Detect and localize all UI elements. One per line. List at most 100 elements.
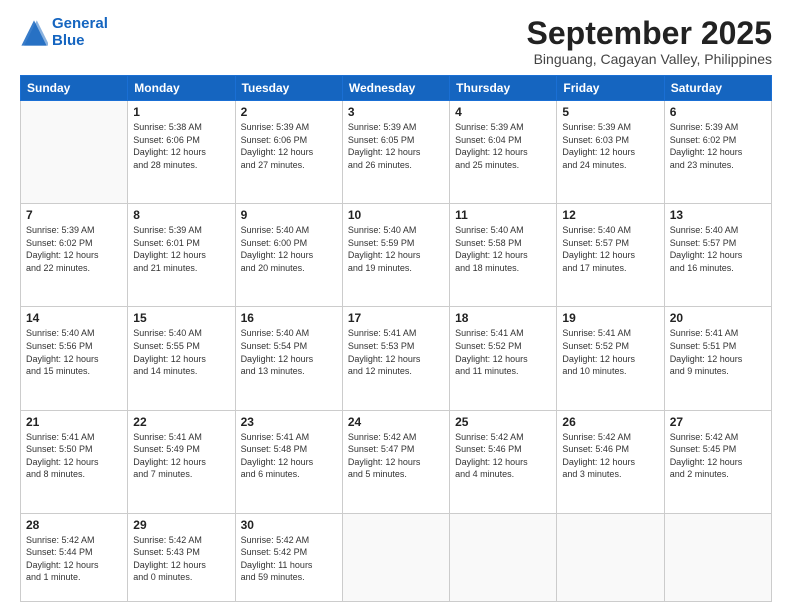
calendar-cell: 13Sunrise: 5:40 AM Sunset: 5:57 PM Dayli… — [664, 204, 771, 307]
logo-line2: Blue — [52, 32, 85, 49]
header-tuesday: Tuesday — [235, 76, 342, 101]
day-number: 6 — [670, 105, 766, 119]
header-wednesday: Wednesday — [342, 76, 449, 101]
calendar-cell — [342, 513, 449, 601]
calendar-cell: 7 Sunrise: 5:39 AM Sunset: 6:02 PM Daylig… — [21, 204, 128, 307]
calendar-cell: 17Sunrise: 5:41 AM Sunset: 5:53 PM Dayli… — [342, 307, 449, 410]
calendar: Sunday Monday Tuesday Wednesday Thursday… — [20, 75, 772, 602]
day-info: Sunrise: 5:39 AM Sunset: 6:04 PM Dayligh… — [455, 121, 551, 171]
calendar-cell: 4 Sunrise: 5:39 AM Sunset: 6:04 PM Daylig… — [450, 101, 557, 204]
day-number: 4 — [455, 105, 551, 119]
calendar-cell: 8 Sunrise: 5:39 AM Sunset: 6:01 PM Daylig… — [128, 204, 235, 307]
day-info: Sunrise: 5:42 AM Sunset: 5:44 PM Dayligh… — [26, 534, 122, 584]
calendar-cell: 29Sunrise: 5:42 AM Sunset: 5:43 PM Dayli… — [128, 513, 235, 601]
day-info: Sunrise: 5:40 AM Sunset: 5:59 PM Dayligh… — [348, 224, 444, 274]
day-number: 7 — [26, 208, 122, 222]
day-info: Sunrise: 5:40 AM Sunset: 5:55 PM Dayligh… — [133, 327, 229, 377]
day-info: Sunrise: 5:40 AM Sunset: 5:58 PM Dayligh… — [455, 224, 551, 274]
day-info: Sunrise: 5:40 AM Sunset: 5:57 PM Dayligh… — [562, 224, 658, 274]
day-info: Sunrise: 5:41 AM Sunset: 5:49 PM Dayligh… — [133, 431, 229, 481]
calendar-cell — [557, 513, 664, 601]
day-info: Sunrise: 5:39 AM Sunset: 6:02 PM Dayligh… — [26, 224, 122, 274]
logo-line1: General — [52, 15, 108, 32]
day-number: 28 — [26, 518, 122, 532]
day-number: 16 — [241, 311, 337, 325]
day-info: Sunrise: 5:39 AM Sunset: 6:02 PM Dayligh… — [670, 121, 766, 171]
day-number: 23 — [241, 415, 337, 429]
calendar-cell: 11 Sunrise: 5:40 AM Sunset: 5:58 PM Dayli… — [450, 204, 557, 307]
calendar-cell: 9 Sunrise: 5:40 AM Sunset: 6:00 PM Daylig… — [235, 204, 342, 307]
day-number: 18 — [455, 311, 551, 325]
calendar-cell: 10 Sunrise: 5:40 AM Sunset: 5:59 PM Dayli… — [342, 204, 449, 307]
logo-text: General Blue — [52, 16, 108, 49]
day-number: 11 — [455, 208, 551, 222]
day-number: 12 — [562, 208, 658, 222]
month-title: September 2025 — [527, 16, 772, 51]
day-number: 14 — [26, 311, 122, 325]
header-monday: Monday — [128, 76, 235, 101]
day-number: 10 — [348, 208, 444, 222]
calendar-cell: 26Sunrise: 5:42 AM Sunset: 5:46 PM Dayli… — [557, 410, 664, 513]
day-number: 29 — [133, 518, 229, 532]
calendar-cell — [450, 513, 557, 601]
logo: General Blue — [20, 16, 108, 49]
calendar-cell: 25 Sunrise: 5:42 AM Sunset: 5:46 PM Dayli… — [450, 410, 557, 513]
day-info: Sunrise: 5:39 AM Sunset: 6:06 PM Dayligh… — [241, 121, 337, 171]
day-info: Sunrise: 5:38 AM Sunset: 6:06 PM Dayligh… — [133, 121, 229, 171]
calendar-cell: 19 Sunrise: 5:41 AM Sunset: 5:52 PM Dayli… — [557, 307, 664, 410]
location: Binguang, Cagayan Valley, Philippines — [527, 51, 772, 67]
day-info: Sunrise: 5:42 AM Sunset: 5:47 PM Dayligh… — [348, 431, 444, 481]
day-info: Sunrise: 5:39 AM Sunset: 6:05 PM Dayligh… — [348, 121, 444, 171]
day-number: 27 — [670, 415, 766, 429]
calendar-cell: 12 Sunrise: 5:40 AM Sunset: 5:57 PM Dayli… — [557, 204, 664, 307]
day-number: 9 — [241, 208, 337, 222]
calendar-cell: 16 Sunrise: 5:40 AM Sunset: 5:54 PM Dayli… — [235, 307, 342, 410]
day-info: Sunrise: 5:41 AM Sunset: 5:48 PM Dayligh… — [241, 431, 337, 481]
day-number: 5 — [562, 105, 658, 119]
day-info: Sunrise: 5:42 AM Sunset: 5:46 PM Dayligh… — [455, 431, 551, 481]
day-info: Sunrise: 5:41 AM Sunset: 5:52 PM Dayligh… — [562, 327, 658, 377]
day-info: Sunrise: 5:40 AM Sunset: 6:00 PM Dayligh… — [241, 224, 337, 274]
header-thursday: Thursday — [450, 76, 557, 101]
calendar-cell — [21, 101, 128, 204]
calendar-cell: 5 Sunrise: 5:39 AM Sunset: 6:03 PM Daylig… — [557, 101, 664, 204]
day-info: Sunrise: 5:41 AM Sunset: 5:52 PM Dayligh… — [455, 327, 551, 377]
weekday-header-row: Sunday Monday Tuesday Wednesday Thursday… — [21, 76, 772, 101]
day-info: Sunrise: 5:39 AM Sunset: 6:01 PM Dayligh… — [133, 224, 229, 274]
page: General Blue September 2025 Binguang, Ca… — [0, 0, 792, 612]
day-info: Sunrise: 5:42 AM Sunset: 5:42 PM Dayligh… — [241, 534, 337, 584]
header-saturday: Saturday — [664, 76, 771, 101]
day-number: 26 — [562, 415, 658, 429]
day-number: 21 — [26, 415, 122, 429]
day-number: 3 — [348, 105, 444, 119]
day-number: 25 — [455, 415, 551, 429]
day-number: 30 — [241, 518, 337, 532]
day-number: 24 — [348, 415, 444, 429]
day-info: Sunrise: 5:39 AM Sunset: 6:03 PM Dayligh… — [562, 121, 658, 171]
day-number: 13 — [670, 208, 766, 222]
calendar-cell: 15Sunrise: 5:40 AM Sunset: 5:55 PM Dayli… — [128, 307, 235, 410]
calendar-cell — [664, 513, 771, 601]
calendar-cell: 14 Sunrise: 5:40 AM Sunset: 5:56 PM Dayli… — [21, 307, 128, 410]
day-number: 20 — [670, 311, 766, 325]
day-info: Sunrise: 5:40 AM Sunset: 5:54 PM Dayligh… — [241, 327, 337, 377]
day-number: 8 — [133, 208, 229, 222]
day-number: 1 — [133, 105, 229, 119]
calendar-cell: 23 Sunrise: 5:41 AM Sunset: 5:48 PM Dayli… — [235, 410, 342, 513]
calendar-cell: 6 Sunrise: 5:39 AM Sunset: 6:02 PM Daylig… — [664, 101, 771, 204]
day-info: Sunrise: 5:40 AM Sunset: 5:56 PM Dayligh… — [26, 327, 122, 377]
calendar-cell: 24 Sunrise: 5:42 AM Sunset: 5:47 PM Dayli… — [342, 410, 449, 513]
calendar-cell: 2 Sunrise: 5:39 AM Sunset: 6:06 PM Daylig… — [235, 101, 342, 204]
day-info: Sunrise: 5:42 AM Sunset: 5:45 PM Dayligh… — [670, 431, 766, 481]
day-number: 17 — [348, 311, 444, 325]
logo-icon — [20, 19, 48, 47]
header-sunday: Sunday — [21, 76, 128, 101]
day-number: 19 — [562, 311, 658, 325]
calendar-cell: 1 Sunrise: 5:38 AM Sunset: 6:06 PM Daylig… — [128, 101, 235, 204]
day-info: Sunrise: 5:41 AM Sunset: 5:50 PM Dayligh… — [26, 431, 122, 481]
calendar-cell: 21 Sunrise: 5:41 AM Sunset: 5:50 PM Dayli… — [21, 410, 128, 513]
day-number: 2 — [241, 105, 337, 119]
day-info: Sunrise: 5:41 AM Sunset: 5:51 PM Dayligh… — [670, 327, 766, 377]
calendar-cell: 27 Sunrise: 5:42 AM Sunset: 5:45 PM Dayli… — [664, 410, 771, 513]
header: General Blue September 2025 Binguang, Ca… — [20, 16, 772, 67]
